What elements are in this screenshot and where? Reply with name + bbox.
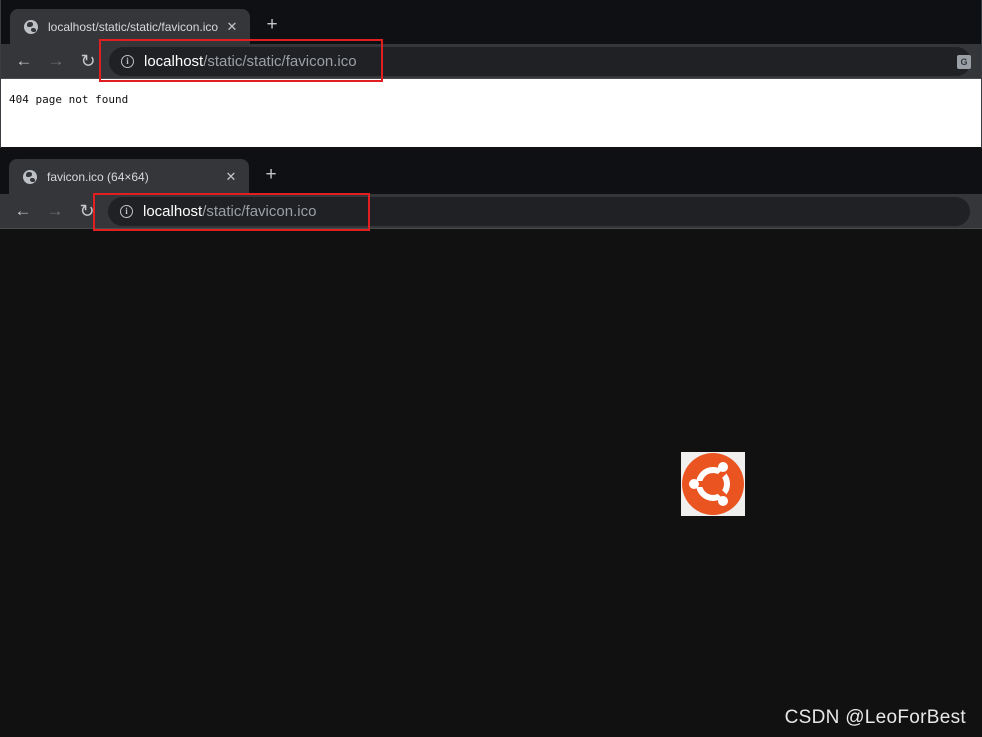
favicon-image	[681, 452, 745, 516]
forward-button[interactable]: →	[44, 200, 66, 222]
browser-window-image: favicon.ico (64×64) ✕ + ← → ↻ i localhos…	[0, 150, 982, 737]
annotation-box-url-2	[93, 193, 370, 231]
globe-icon	[24, 19, 38, 34]
error-message: 404 page not found	[9, 93, 129, 106]
back-button[interactable]: ←	[13, 50, 35, 72]
screenshot-canvas: localhost/static/static/favicon.ico ✕ + …	[0, 0, 982, 737]
logo-dot-top	[718, 462, 728, 472]
tab-active[interactable]: favicon.ico (64×64) ✕	[9, 159, 249, 194]
reload-button[interactable]: ↻	[77, 50, 99, 72]
forward-button[interactable]: →	[45, 50, 67, 72]
annotation-box-url-1	[99, 39, 383, 82]
page-content: 404 page not found	[1, 79, 981, 147]
ubuntu-logo-icon	[682, 453, 744, 515]
globe-icon	[23, 169, 37, 184]
watermark: CSDN @LeoForBest	[784, 707, 966, 728]
tab-strip: favicon.ico (64×64) ✕ +	[0, 150, 982, 194]
tab-strip: localhost/static/static/favicon.ico ✕ +	[1, 0, 981, 44]
new-tab-button[interactable]: +	[261, 14, 283, 36]
new-tab-button[interactable]: +	[260, 164, 282, 186]
translate-icon[interactable]: G	[957, 55, 971, 69]
logo-dot-bottom	[718, 496, 728, 506]
tab-title: localhost/static/static/favicon.ico	[48, 19, 219, 34]
logo-dot-left	[689, 479, 699, 489]
tab-title: favicon.ico (64×64)	[47, 169, 149, 184]
back-button[interactable]: ←	[12, 200, 34, 222]
image-viewer	[0, 229, 982, 737]
close-icon[interactable]: ✕	[224, 19, 240, 35]
close-icon[interactable]: ✕	[223, 169, 239, 185]
